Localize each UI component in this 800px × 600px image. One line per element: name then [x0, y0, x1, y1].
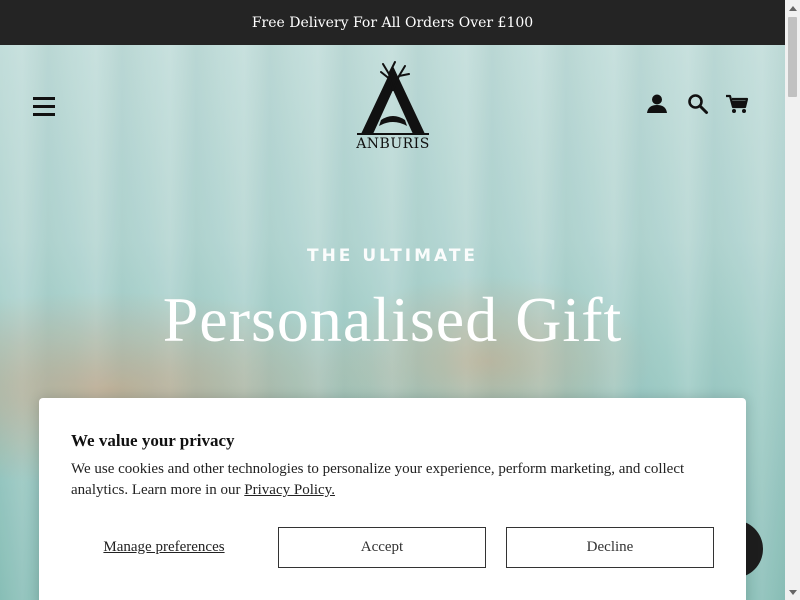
scrollbar[interactable] — [785, 0, 800, 600]
cart-icon[interactable] — [725, 93, 749, 115]
announcement-text: Free Delivery For All Orders Over £100 — [251, 14, 534, 31]
cookie-title: We value your privacy — [71, 431, 235, 450]
accept-button[interactable]: Accept — [278, 527, 486, 568]
account-icon[interactable] — [646, 93, 668, 115]
tree-logo-icon — [357, 61, 429, 135]
cookie-text: We use cookies and other technologies to… — [71, 461, 685, 498]
hero-title: Personalised Gift — [162, 284, 623, 355]
hero-subtitle: THE ULTIMATE — [306, 246, 479, 266]
cookie-description: We use cookies and other technologies to… — [71, 459, 711, 501]
page: Free Delivery For All Orders Over £100 A… — [0, 0, 785, 600]
privacy-policy-link[interactable]: Privacy Policy. — [244, 482, 335, 498]
scroll-down-arrow-icon[interactable] — [785, 585, 800, 600]
decline-button[interactable]: Decline — [506, 527, 714, 568]
scroll-up-arrow-icon[interactable] — [785, 0, 800, 15]
announcement-bar: Free Delivery For All Orders Over £100 — [0, 0, 785, 45]
site-logo[interactable]: ANBURIS — [350, 60, 436, 155]
scroll-thumb[interactable] — [788, 17, 797, 97]
logo-text: ANBURIS — [356, 136, 430, 152]
cookie-banner: We value your privacy We use cookies and… — [39, 398, 746, 600]
search-icon[interactable] — [687, 93, 709, 115]
manage-preferences-button[interactable]: Manage preferences — [71, 527, 257, 567]
menu-icon[interactable] — [33, 97, 57, 117]
